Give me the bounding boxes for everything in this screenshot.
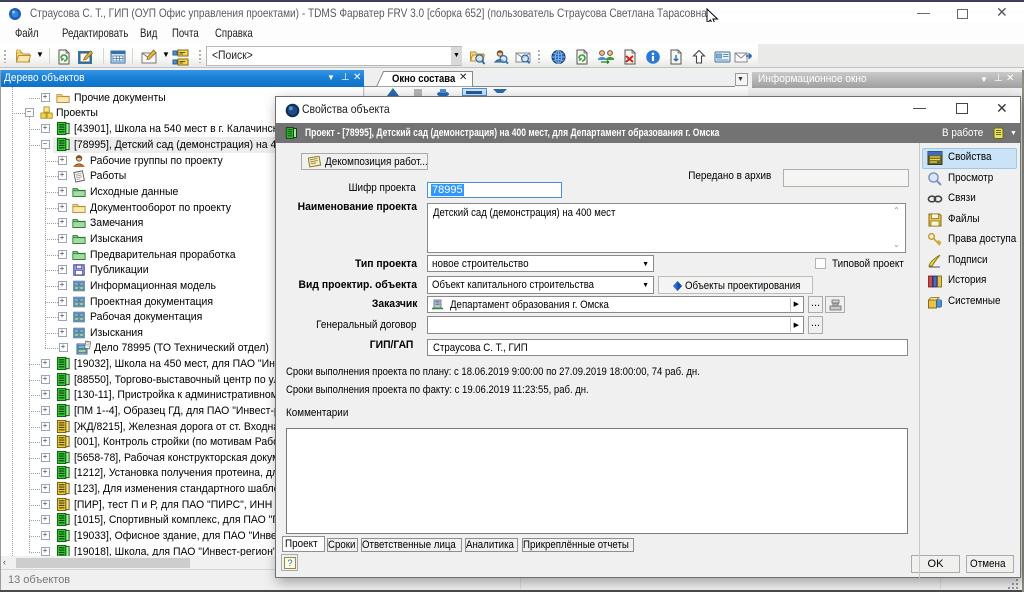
svg-text:?: ?: [287, 558, 292, 568]
